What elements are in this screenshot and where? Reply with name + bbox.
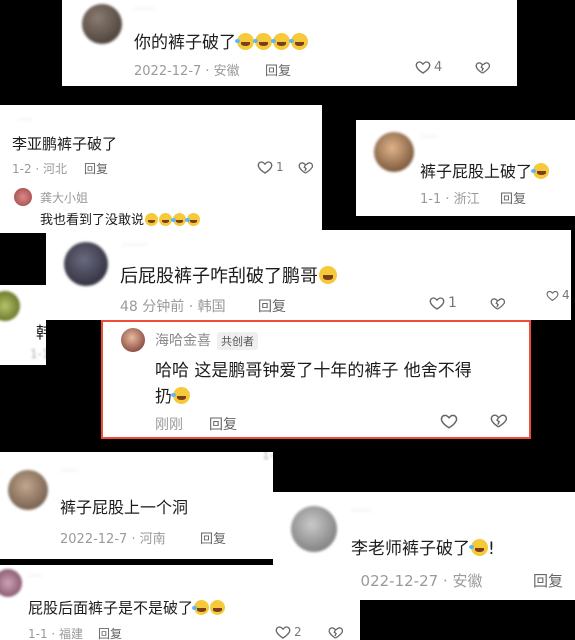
username: ···· (28, 569, 42, 582)
laugh-cry-emoji (235, 33, 254, 50)
sub-comment-text: 我也看到了没敢说 (40, 209, 201, 228)
like-count: 4 (434, 59, 443, 75)
heart-icon (415, 61, 431, 74)
avatar[interactable] (8, 470, 48, 510)
comment-text: 裤子屁股上破了 (420, 158, 550, 182)
avatar[interactable] (374, 132, 414, 172)
comment-meta-partial: 1-1 · 湖南 (262, 452, 273, 462)
comment-meta: 1-1 · 福建 (28, 627, 84, 640)
reply-button[interactable]: 回复 (500, 188, 526, 207)
laugh-cry-emoji (289, 33, 308, 50)
avatar[interactable] (0, 291, 20, 321)
like-button[interactable]: 2 (275, 624, 302, 640)
username: ······· (122, 238, 147, 251)
reply-button[interactable]: 回复 (98, 625, 122, 640)
like-button[interactable]: 1 (257, 159, 284, 175)
comment-card-fragment: 韩 1-1 (0, 285, 46, 365)
grin-emoji (210, 600, 226, 615)
heart-icon (429, 297, 445, 310)
reply-button[interactable]: 回复 (533, 570, 563, 591)
sub-comment-body: 我也看到了没敢说 (40, 213, 145, 228)
username: ······ (134, 2, 155, 15)
comment-meta: 2022-12-27 · 安徽 (351, 572, 483, 590)
comment-text: 李亚鹏裤子破了 (12, 135, 118, 153)
comment-text: 李老师裤子破了! (351, 534, 495, 559)
comment-card-3: ····· 裤子屁股上破了 1-1 · 浙江 回复 (356, 120, 575, 216)
like-count: 1 (448, 295, 457, 311)
avatar[interactable] (0, 569, 22, 597)
grin-emoji (145, 213, 159, 226)
reply-button[interactable]: 回复 (200, 528, 226, 547)
like-count: 2 (294, 625, 302, 639)
comment-meta: 1-1 (30, 347, 46, 361)
comment-body: 你的裤子破了 (134, 33, 236, 53)
comment-card-2: ···· 李亚鹏裤子破了 1-2 · 河北 回复 1 龚大小姐 我也看到了没敢说 (0, 105, 322, 233)
dislike-icon[interactable] (475, 60, 490, 75)
comment-meta: 48 分钟前 · 韩国 (120, 299, 226, 315)
laugh-cry-emoji (531, 163, 550, 179)
thinking-emoji (319, 266, 337, 284)
highlight-box (101, 320, 531, 439)
like-button[interactable]: 4 (415, 59, 442, 75)
comment-text: 后屁股裤子咋刮破了鹏哥 (120, 262, 337, 288)
like-count: 1 (276, 160, 284, 174)
comment-body: 屁股后面裤子是不是破了 (28, 599, 194, 617)
laugh-cry-emoji (469, 539, 488, 556)
reply-button[interactable]: 回复 (258, 296, 286, 316)
comment-card-6: 1-1 · 湖南 ····· 裤子屁股上一个洞 2022-12-7 · 河南 回… (0, 452, 273, 559)
comment-meta: 2022-12-7 · 安徽 (134, 64, 240, 79)
comment-body: 裤子屁股上破了 (420, 162, 533, 181)
username: ···· (18, 113, 32, 126)
avatar[interactable] (64, 242, 108, 286)
comment-meta: 1-1 · 浙江 (420, 192, 480, 207)
comment-text: 裤子屁股上一个洞 (60, 498, 189, 517)
laugh-cry-emoji (185, 213, 201, 226)
comment-suffix: ! (488, 539, 495, 559)
comment-meta: 1-2 · 河北 (12, 162, 68, 176)
reply-button[interactable]: 回复 (265, 60, 291, 79)
comment-card-4: ······· 后屁股裤子咋刮破了鹏哥 48 分钟前 · 韩国 回复 1 4 (46, 230, 571, 320)
comment-body: 后屁股裤子咋刮破了鹏哥 (120, 266, 318, 287)
comment-card-8: ···· 屁股后面裤子是不是破了 1-1 · 福建 回复 2 (0, 565, 360, 640)
reply-button[interactable]: 回复 (84, 160, 108, 177)
dislike-icon[interactable] (298, 160, 313, 175)
username: ······ (351, 504, 372, 517)
comment-text: 屁股后面裤子是不是破了 (28, 597, 226, 618)
sub-avatar[interactable] (14, 188, 32, 206)
like-button[interactable]: 1 (429, 295, 457, 311)
username: ····· (60, 464, 78, 477)
avatar[interactable] (291, 506, 337, 552)
laugh-cry-emoji (271, 33, 290, 50)
comment-text: 韩 (36, 323, 46, 342)
heart-icon (275, 626, 291, 639)
comment-card-1: ······ 你的裤子破了 2022-12-7 · 安徽 回复 4 (62, 0, 517, 86)
username: ····· (420, 130, 438, 143)
comment-text: 你的裤子破了 (134, 28, 308, 53)
comment-meta: 2022-12-7 · 河南 (60, 532, 166, 547)
sub-username: 龚大小姐 (40, 191, 89, 205)
laugh-cry-emoji (253, 33, 272, 50)
heart-icon (546, 290, 559, 301)
dislike-icon[interactable] (490, 296, 505, 311)
dislike-icon[interactable] (328, 625, 343, 640)
like-count: 4 (562, 288, 570, 302)
laugh-cry-emoji (192, 600, 210, 615)
comment-body: 李老师裤子破了 (351, 539, 470, 559)
heart-icon (257, 161, 273, 174)
like-button-right[interactable]: 4 (546, 288, 570, 302)
avatar[interactable] (82, 4, 122, 44)
